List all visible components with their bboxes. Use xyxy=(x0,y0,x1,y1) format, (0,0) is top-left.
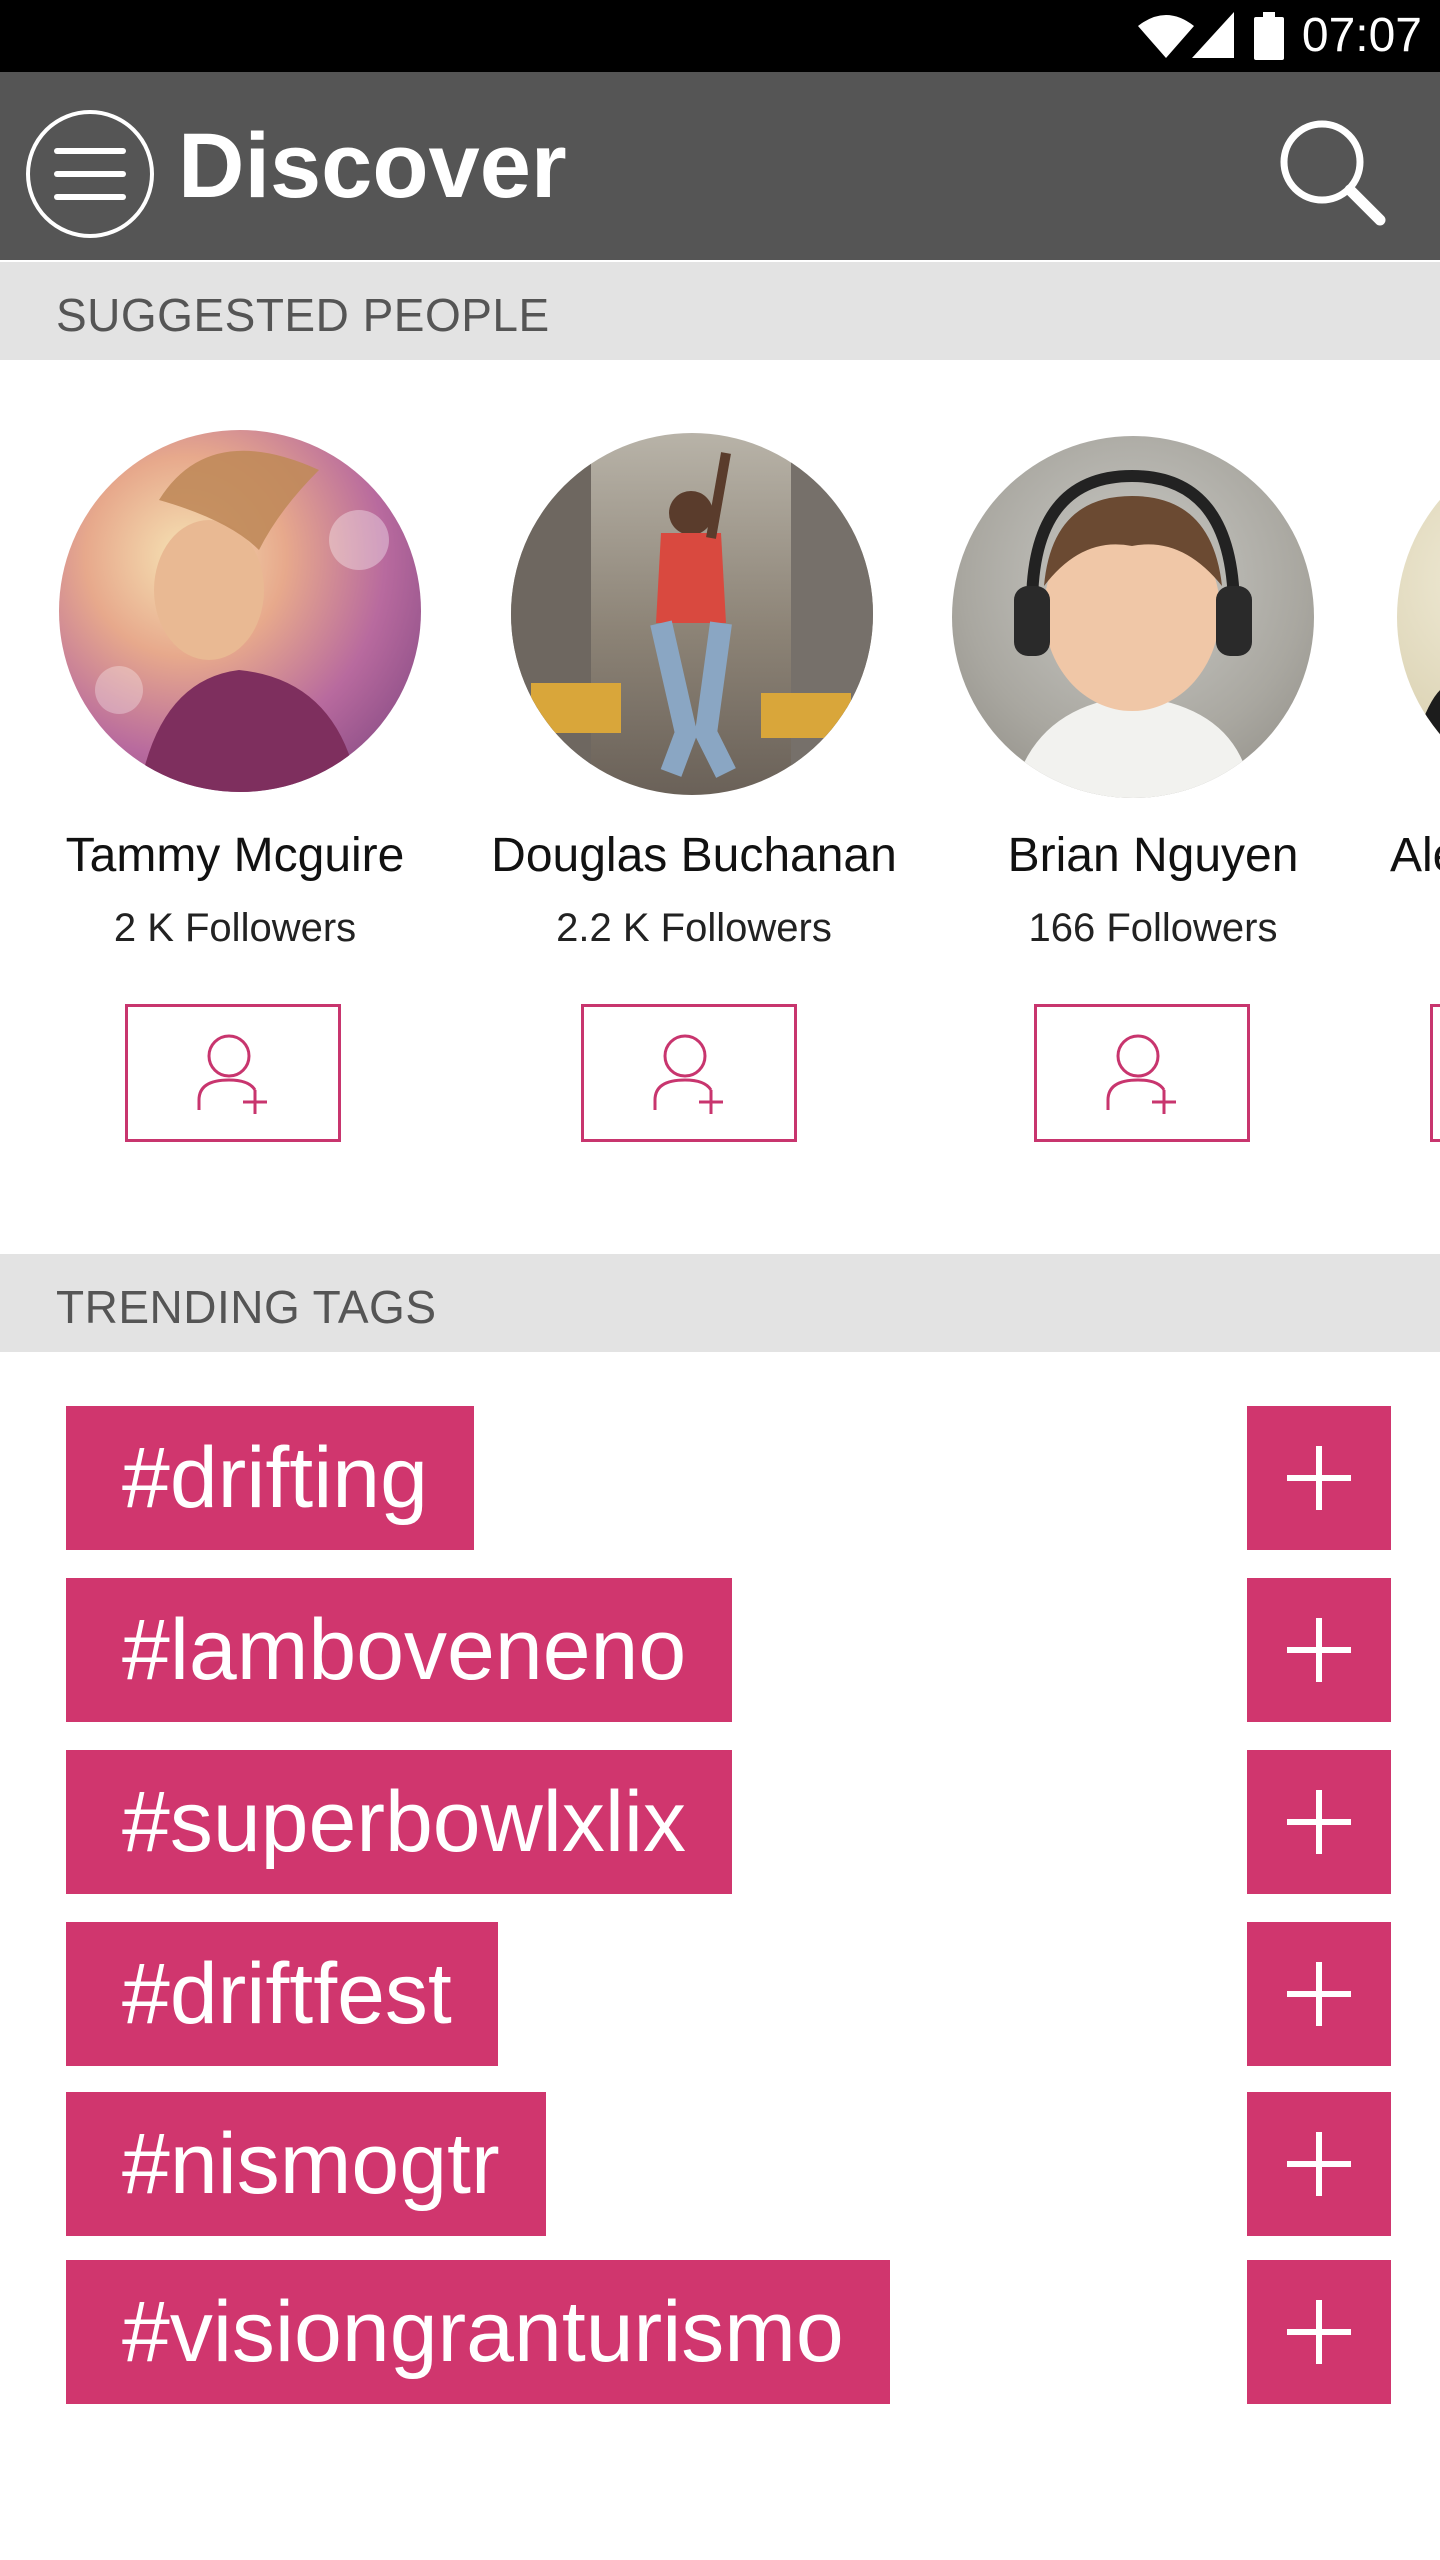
follow-tag-button[interactable] xyxy=(1247,1922,1391,2066)
plus-icon xyxy=(1287,2132,1351,2196)
section-title: TRENDING TAGS xyxy=(56,1281,437,1333)
add-person-icon xyxy=(653,1034,723,1114)
avatar-photo xyxy=(95,450,389,792)
avatar[interactable] xyxy=(952,436,1314,798)
avatar[interactable] xyxy=(511,433,873,795)
trending-tags-header: TRENDING TAGS xyxy=(0,1254,1440,1352)
tag-chip[interactable]: #superbowlxlix xyxy=(66,1750,733,1894)
tag-chip[interactable]: #drifting xyxy=(66,1406,474,1550)
menu-button[interactable] xyxy=(26,110,154,238)
plus-icon xyxy=(1287,1962,1351,2026)
signal-icon xyxy=(1192,12,1234,58)
tag-chip[interactable]: #nismogtr xyxy=(66,2092,546,2236)
person-card: Brian Nguyen 166 Followers xyxy=(923,428,1383,1148)
tag-chip[interactable]: #driftfest xyxy=(66,1922,498,2066)
section-title: SUGGESTED PEOPLE xyxy=(56,289,550,341)
battery-icon xyxy=(1254,12,1284,60)
avatar-photo xyxy=(511,433,873,795)
tag-row: #driftfest xyxy=(0,1922,1440,2066)
add-person-icon xyxy=(1106,1034,1176,1114)
avatar-photo xyxy=(1012,469,1252,798)
person-name[interactable]: Tammy Mcguire xyxy=(5,828,465,883)
plus-icon xyxy=(1287,2300,1351,2364)
suggested-people-header: SUGGESTED PEOPLE xyxy=(0,262,1440,360)
plus-icon xyxy=(1287,1790,1351,1854)
plus-icon xyxy=(1287,1618,1351,1682)
avatar[interactable] xyxy=(59,430,421,792)
avatar-photo xyxy=(1417,690,1440,766)
person-followers: 166 Followers xyxy=(1028,906,1278,950)
person-name[interactable]: Ale xyxy=(1390,828,1440,883)
follow-tag-button[interactable] xyxy=(1247,1578,1391,1722)
search-icon xyxy=(1280,120,1386,226)
follow-tag-button[interactable] xyxy=(1247,1406,1391,1550)
avatar[interactable] xyxy=(1397,436,1440,798)
status-time: 07:07 xyxy=(1301,9,1422,62)
follow-tag-button[interactable] xyxy=(1247,2260,1391,2404)
follow-button[interactable] xyxy=(1034,1004,1250,1142)
person-name[interactable]: Douglas Buchanan xyxy=(464,828,924,883)
add-person-icon xyxy=(197,1034,267,1114)
tag-chip[interactable]: #lamboveneno xyxy=(66,1578,733,1722)
follow-tag-button[interactable] xyxy=(1247,1750,1391,1894)
wifi-icon xyxy=(1138,15,1194,58)
person-followers: 2.2 K Followers xyxy=(556,906,832,950)
menu-icon xyxy=(54,148,126,200)
tag-row: #lamboveneno xyxy=(0,1578,1440,1722)
follow-button[interactable] xyxy=(581,1004,797,1142)
tag-row: #nismogtr xyxy=(0,2092,1440,2236)
follow-tag-button[interactable] xyxy=(1247,2092,1391,2236)
person-card: Douglas Buchanan 2.2 K Followers xyxy=(464,428,924,1148)
follow-button[interactable] xyxy=(1430,1004,1440,1142)
person-name[interactable]: Brian Nguyen xyxy=(923,828,1383,883)
tag-row: #drifting xyxy=(0,1406,1440,1550)
person-card: Tammy Mcguire 2 K Followers xyxy=(5,428,465,1148)
tag-chip[interactable]: #visiongranturismo xyxy=(66,2260,890,2404)
tag-row: #superbowlxlix xyxy=(0,1750,1440,1894)
person-card: Ale xyxy=(1382,428,1440,1148)
search-button[interactable] xyxy=(1272,112,1392,232)
app-bar: Discover xyxy=(0,72,1440,260)
plus-icon xyxy=(1287,1446,1351,1510)
follow-button[interactable] xyxy=(125,1004,341,1142)
status-bar: 07:07 xyxy=(0,0,1440,72)
page-title: Discover xyxy=(178,115,567,217)
tag-row: #visiongranturismo xyxy=(0,2260,1440,2404)
person-followers: 2 K Followers xyxy=(113,906,357,950)
